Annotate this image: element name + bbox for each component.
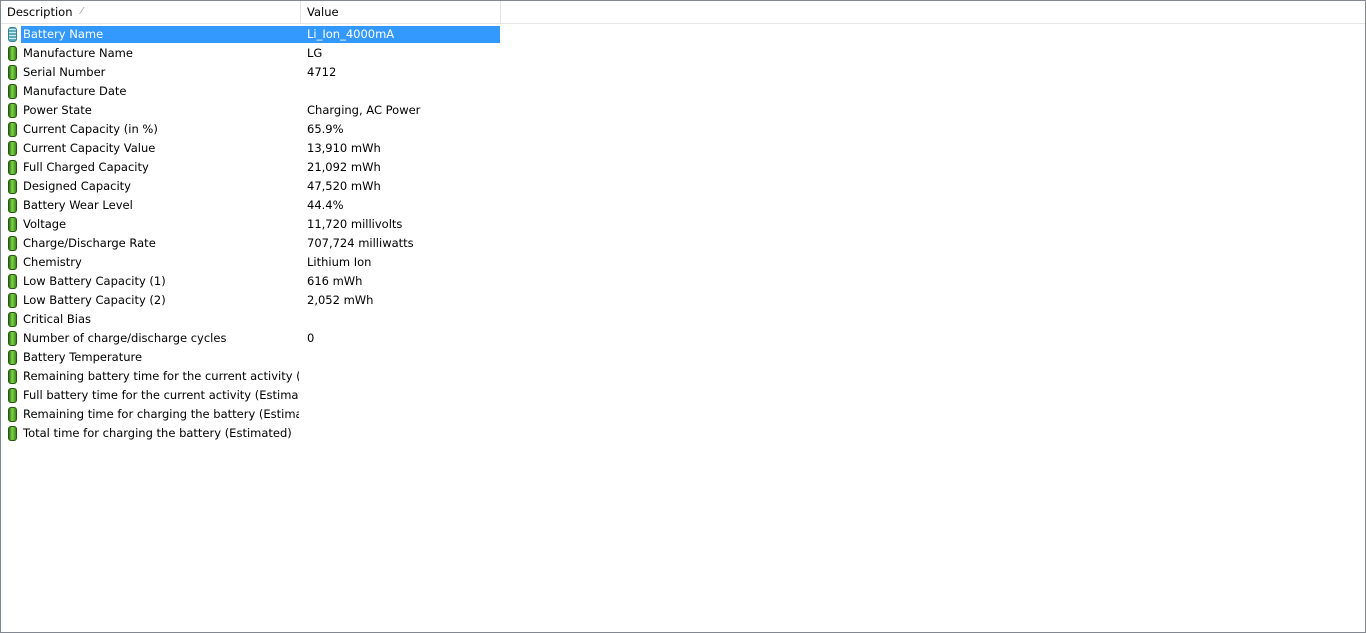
table-row[interactable]: Battery Name Li_Ion_4000mA bbox=[1, 25, 501, 44]
row-value: 4712 bbox=[307, 65, 337, 79]
table-row[interactable]: Designed Capacity 47,520 mWh bbox=[1, 177, 501, 196]
battery-icon bbox=[8, 255, 17, 270]
column-header-label: Description bbox=[7, 5, 73, 19]
column-header-value[interactable]: Value bbox=[301, 1, 501, 23]
battery-icon bbox=[8, 122, 17, 137]
row-description: Current Capacity (in %) bbox=[23, 122, 158, 136]
row-description: Remaining time for charging the battery … bbox=[23, 407, 299, 421]
row-value: 13,910 mWh bbox=[307, 141, 381, 155]
table-row[interactable]: Full battery time for the current activi… bbox=[1, 386, 501, 405]
row-description: Low Battery Capacity (2) bbox=[23, 293, 166, 307]
table-row[interactable]: Total time for charging the battery (Est… bbox=[1, 424, 501, 443]
battery-icon bbox=[8, 103, 17, 118]
battery-icon bbox=[8, 350, 17, 365]
row-description: Manufacture Name bbox=[23, 46, 133, 60]
row-value: 11,720 millivolts bbox=[307, 217, 403, 231]
column-header-label: Value bbox=[307, 5, 339, 19]
row-description: Number of charge/discharge cycles bbox=[23, 331, 227, 345]
battery-icon bbox=[8, 407, 17, 422]
battery-icon bbox=[8, 312, 17, 327]
battery-icon bbox=[8, 293, 17, 308]
table-row[interactable]: Manufacture Name LG bbox=[1, 44, 501, 63]
battery-icon bbox=[8, 46, 17, 61]
row-value: LG bbox=[307, 46, 323, 60]
table-row[interactable]: Battery Temperature bbox=[1, 348, 501, 367]
table-row[interactable]: Power State Charging, AC Power bbox=[1, 101, 501, 120]
row-description: Battery Name bbox=[23, 27, 104, 41]
row-description: Battery Temperature bbox=[23, 350, 143, 364]
row-value: 0 bbox=[307, 331, 315, 345]
row-description: Voltage bbox=[23, 217, 67, 231]
table-row[interactable]: Remaining battery time for the current a… bbox=[1, 367, 501, 386]
table-row[interactable]: Critical Bias bbox=[1, 310, 501, 329]
table-row[interactable]: Chemistry Lithium Ion bbox=[1, 253, 501, 272]
battery-icon bbox=[8, 141, 17, 156]
battery-icon bbox=[8, 274, 17, 289]
battery-icon bbox=[8, 27, 17, 42]
table-row[interactable]: Remaining time for charging the battery … bbox=[1, 405, 501, 424]
sort-indicator-icon: ⁄ bbox=[81, 6, 83, 17]
table-row[interactable]: Current Capacity Value 13,910 mWh bbox=[1, 139, 501, 158]
list-header: Description ⁄ Value bbox=[1, 1, 1365, 24]
battery-icon bbox=[8, 84, 17, 99]
column-header-description[interactable]: Description ⁄ bbox=[1, 1, 301, 23]
row-value: 44.4% bbox=[307, 198, 344, 212]
battery-icon bbox=[8, 65, 17, 80]
battery-icon bbox=[8, 236, 17, 251]
row-description: Total time for charging the battery (Est… bbox=[23, 426, 292, 440]
table-row[interactable]: Low Battery Capacity (1) 616 mWh bbox=[1, 272, 501, 291]
row-value: 21,092 mWh bbox=[307, 160, 381, 174]
table-row[interactable]: Manufacture Date bbox=[1, 82, 501, 101]
row-description: Chemistry bbox=[23, 255, 82, 269]
row-value: 707,724 milliwatts bbox=[307, 236, 414, 250]
table-row[interactable]: Low Battery Capacity (2) 2,052 mWh bbox=[1, 291, 501, 310]
row-description: Charge/Discharge Rate bbox=[23, 236, 156, 250]
row-value: 2,052 mWh bbox=[307, 293, 374, 307]
row-description: Full Charged Capacity bbox=[23, 160, 149, 174]
row-value: 65.9% bbox=[307, 122, 344, 136]
row-description: Remaining battery time for the current a… bbox=[23, 369, 299, 383]
row-description: Manufacture Date bbox=[23, 84, 127, 98]
table-row[interactable]: Full Charged Capacity 21,092 mWh bbox=[1, 158, 501, 177]
battery-icon bbox=[8, 179, 17, 194]
row-description: Battery Wear Level bbox=[23, 198, 133, 212]
battery-icon bbox=[8, 331, 17, 346]
row-description: Power State bbox=[23, 103, 92, 117]
battery-icon bbox=[8, 160, 17, 175]
list-rows: Battery Name Li_Ion_4000mA Manufacture Nam… bbox=[1, 25, 501, 443]
table-row[interactable]: Number of charge/discharge cycles 0 bbox=[1, 329, 501, 348]
table-row[interactable]: Serial Number 4712 bbox=[1, 63, 501, 82]
row-description: Full battery time for the current activi… bbox=[23, 388, 299, 402]
row-value: 47,520 mWh bbox=[307, 179, 381, 193]
battery-icon bbox=[8, 388, 17, 403]
row-value: Charging, AC Power bbox=[307, 103, 421, 117]
battery-icon bbox=[8, 426, 17, 441]
battery-icon bbox=[8, 198, 17, 213]
row-description: Current Capacity Value bbox=[23, 141, 156, 155]
row-description: Low Battery Capacity (1) bbox=[23, 274, 166, 288]
row-description: Designed Capacity bbox=[23, 179, 131, 193]
table-row[interactable]: Battery Wear Level 44.4% bbox=[1, 196, 501, 215]
table-row[interactable]: Current Capacity (in %) 65.9% bbox=[1, 120, 501, 139]
battery-icon bbox=[8, 217, 17, 232]
row-value: Lithium Ion bbox=[307, 255, 372, 269]
row-description: Critical Bias bbox=[23, 312, 92, 326]
row-value: Li_Ion_4000mA bbox=[307, 27, 395, 41]
table-row[interactable]: Charge/Discharge Rate 707,724 milliwatts bbox=[1, 234, 501, 253]
row-description: Serial Number bbox=[23, 65, 106, 79]
row-value: 616 mWh bbox=[307, 274, 363, 288]
table-row[interactable]: Voltage 11,720 millivolts bbox=[1, 215, 501, 234]
battery-icon bbox=[8, 369, 17, 384]
